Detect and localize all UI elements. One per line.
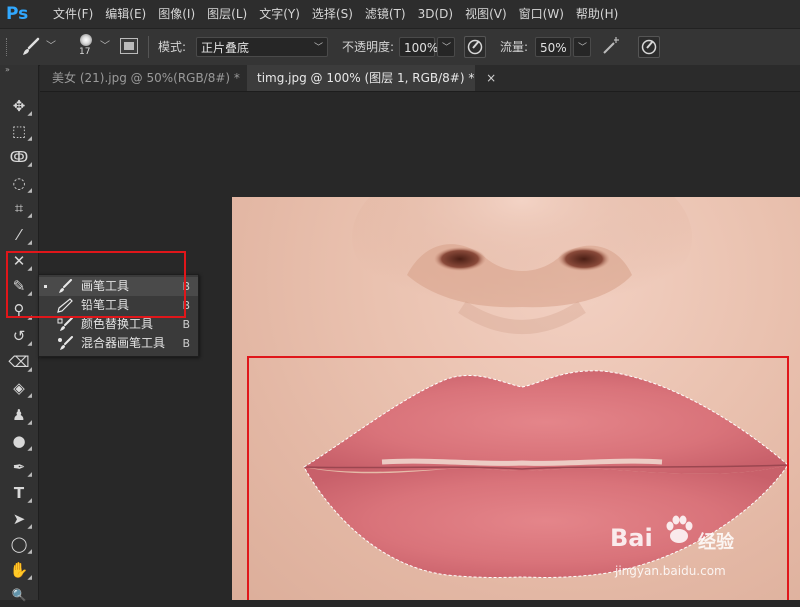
history-brush-tool-icon[interactable]: ↺ ◢ [4, 324, 34, 348]
pressure-size-icon [641, 39, 657, 55]
tab-label: timg.jpg @ 100% (图层 1, RGB/8#) * [257, 71, 475, 85]
color-replacement-icon [57, 317, 73, 331]
pressure-opacity-icon [467, 39, 483, 55]
chevron-down-icon: ﹀ [313, 43, 323, 53]
menu-window[interactable]: 窗口(W) [513, 0, 570, 28]
type-tool-icon[interactable]: T ◢ [4, 481, 34, 505]
menu-view[interactable]: 视图(V) [459, 0, 513, 28]
close-icon[interactable]: × [486, 71, 496, 85]
blend-mode-value: 正片叠底 [201, 41, 250, 55]
flow-dropdown-button[interactable]: ﹀ [573, 37, 591, 57]
menu-list: 文件(F) 编辑(E) 图像(I) 图层(L) 文字(Y) 选择(S) 滤镜(T… [47, 0, 624, 28]
flyout-label: 混合器画笔工具 [81, 336, 166, 350]
panel-collapse-arrows[interactable]: » [5, 65, 10, 74]
opacity-dropdown-button[interactable]: ﹀ [437, 37, 455, 57]
menu-3d[interactable]: 3D(D) [412, 0, 459, 28]
pen-tool-icon[interactable]: ✒ ◢ [4, 455, 34, 479]
brush-preset-icon[interactable] [20, 37, 42, 57]
menu-file[interactable]: 文件(F) [47, 0, 99, 28]
options-divider [148, 36, 149, 58]
hand-tool-icon[interactable]: ✋ ◢ [4, 558, 34, 582]
options-grip [6, 38, 10, 56]
airbrush-icon[interactable] [600, 37, 622, 57]
menu-type[interactable]: 文字(Y) [253, 0, 306, 28]
crop-tool-icon[interactable]: ⌗ ◢ [4, 196, 34, 220]
brush-preset-chevron[interactable]: ﹀ [46, 29, 56, 65]
mode-label: 模式: [158, 40, 187, 54]
ellipse-tool-icon[interactable]: ◯ ◢ [4, 532, 34, 556]
chevron-down-icon: ﹀ [578, 43, 588, 53]
marquee-tool-icon[interactable]: ⬚ ◢ [4, 119, 34, 143]
blend-mode-select[interactable]: 正片叠底 ﹀ [196, 37, 328, 57]
menu-filter[interactable]: 滤镜(T) [359, 0, 412, 28]
eyedropper-tool-icon[interactable]: ⁄ ◢ [4, 223, 34, 247]
tools-panel: » ✥ ◢ ⬚ ◢ ↂ ◢ ◌ ◢ ⌗ ◢ ⁄ ◢ ✕ ◢ ✎ ◢ ⚲ ◢ ↺ ◢ ⌫ ◢ ◈ ◢ ♟ ◢… [0, 65, 39, 602]
quick-select-tool-icon[interactable]: ◌ ◢ [4, 171, 34, 195]
tab-timg-jpg[interactable]: timg.jpg @ 100% (图层 1, RGB/8#) * × [247, 65, 496, 91]
tab-label: 美女 (21).jpg @ 50%(RGB/8#) * [52, 71, 240, 85]
watermark-url: jingyan.baidu.com [615, 564, 726, 578]
menu-image[interactable]: 图像(I) [152, 0, 201, 28]
pressure-size-button[interactable] [638, 36, 660, 58]
brush-size-picker[interactable]: 17 [76, 32, 96, 62]
burn-tool-icon[interactable]: ● ◢ [4, 429, 34, 453]
opacity-input[interactable]: 100% [399, 37, 438, 57]
menu-help[interactable]: 帮助(H) [570, 0, 624, 28]
paint-bucket-tool-icon[interactable]: ◈ ◢ [4, 376, 34, 400]
menu-select[interactable]: 选择(S) [306, 0, 359, 28]
document-tab-bar: 美女 (21).jpg @ 50%(RGB/8#) * × timg.jpg @… [40, 65, 800, 92]
photoshop-logo: Ps [6, 4, 29, 24]
flyout-shortcut: B [182, 337, 190, 350]
zoom-tool-icon[interactable]: 🔍 [4, 583, 34, 607]
brush-size-value: 17 [79, 47, 91, 57]
tab-meinv-jpg[interactable]: 美女 (21).jpg @ 50%(RGB/8#) * × [40, 65, 262, 91]
move-tool-icon[interactable]: ✥ ◢ [4, 94, 34, 118]
dodge-tool-icon[interactable]: ♟ ◢ [4, 403, 34, 427]
mixer-brush-icon [58, 336, 73, 350]
menu-layer[interactable]: 图层(L) [201, 0, 253, 28]
watermark-suffix: 经验 [698, 532, 734, 553]
brush-tool-highlight-box [6, 251, 186, 318]
flyout-item-mixer-brush-tool[interactable]: 混合器画笔工具 B [39, 334, 198, 353]
chevron-down-icon: ﹀ [442, 43, 452, 53]
watermark-brand: Bai [610, 524, 653, 552]
brush-size-chevron[interactable]: ﹀ [100, 29, 110, 65]
baidu-watermark: Bai 经验 jingyan.baidu.com [610, 515, 800, 590]
paw-logo-icon [666, 515, 693, 543]
path-select-tool-icon[interactable]: ➤ ◢ [4, 507, 34, 531]
menu-bar: Ps 文件(F) 编辑(E) 图像(I) 图层(L) 文字(Y) 选择(S) 滤… [0, 0, 800, 28]
flow-label: 流量: [500, 40, 529, 54]
lasso-tool-icon[interactable]: ↂ ◢ [4, 145, 34, 169]
flow-input[interactable]: 50% [535, 37, 571, 57]
brush-panel-toggle-icon[interactable] [120, 38, 138, 54]
menu-edit[interactable]: 编辑(E) [99, 0, 152, 28]
options-bar: ﹀ 17 ﹀ 模式: 正片叠底 ﹀ 不透明度: 100% ﹀ 流量: 50% ﹀ [0, 28, 800, 66]
opacity-label: 不透明度: [342, 40, 395, 54]
brush-tip-preview-icon [80, 34, 92, 46]
pressure-opacity-button[interactable] [464, 36, 486, 58]
eraser-tool-icon[interactable]: ⌫ ◢ [4, 350, 34, 374]
